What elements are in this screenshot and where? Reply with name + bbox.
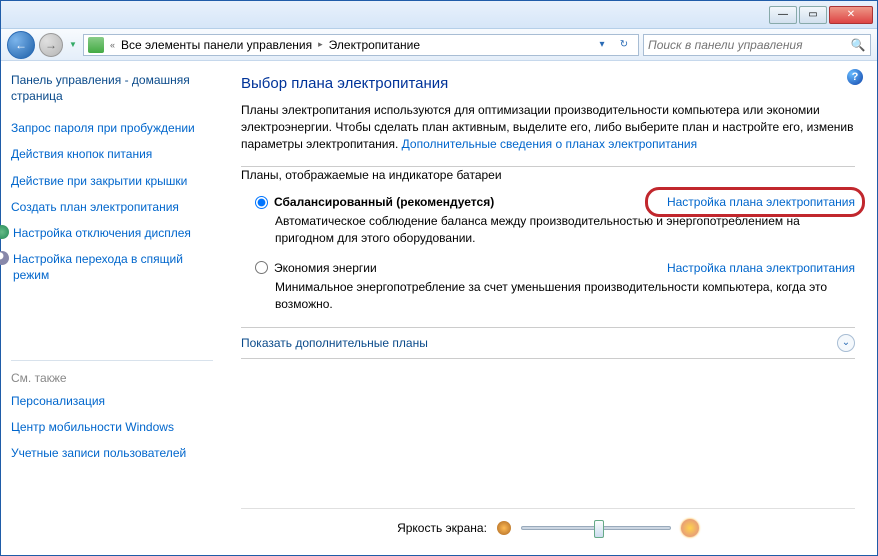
brightness-slider[interactable]: [521, 526, 671, 530]
sidebar-item-label: Настройка отключения дисплея: [13, 225, 191, 241]
brightness-control: Яркость экрана:: [241, 508, 855, 547]
navbar: ← → ▼ « Все элементы панели управления ▸…: [1, 29, 877, 61]
window-controls: — ▭ ✕: [769, 6, 873, 24]
sidebar-link-password[interactable]: Запрос пароля при пробуждении: [11, 120, 213, 136]
content: Панель управления - домашняя страница За…: [1, 61, 877, 555]
sidebar-link-personalization[interactable]: Персонализация: [11, 393, 213, 409]
fieldset-label: Планы, отображаемые на индикаторе батаре…: [241, 168, 510, 182]
sun-bright-icon: [681, 519, 699, 537]
plan-settings-link-saver[interactable]: Настройка плана электропитания: [667, 261, 855, 275]
plan-desc-saver: Минимальное энергопотребление за счет ум…: [275, 279, 855, 313]
sidebar-link-sleep[interactable]: Настройка перехода в спящий режим: [0, 251, 213, 283]
radio-balanced[interactable]: [255, 196, 268, 209]
maximize-button[interactable]: ▭: [799, 6, 827, 24]
history-dropdown-icon[interactable]: ▼: [67, 35, 79, 55]
shield-icon: [0, 225, 9, 239]
search-input[interactable]: [648, 38, 850, 52]
breadcrumb-prefix: «: [108, 40, 117, 50]
close-button[interactable]: ✕: [829, 6, 873, 24]
sidebar-link-create-plan[interactable]: Создать план электропитания: [11, 199, 213, 215]
sidebar: Панель управления - домашняя страница За…: [1, 61, 219, 555]
sidebar-item-label: Настройка перехода в спящий режим: [13, 251, 213, 283]
plan-balanced: Сбалансированный (рекомендуется) Настрой…: [255, 195, 855, 247]
window: — ▭ ✕ ← → ▼ « Все элементы панели управл…: [0, 0, 878, 556]
address-dropdown-icon[interactable]: ▾: [592, 36, 612, 54]
sidebar-link-lid[interactable]: Действие при закрытии крышки: [11, 173, 213, 189]
breadcrumb-power[interactable]: Электропитание: [329, 38, 420, 52]
minimize-button[interactable]: —: [769, 6, 797, 24]
sidebar-link-accounts[interactable]: Учетные записи пользователей: [11, 445, 213, 461]
control-panel-icon: [88, 37, 104, 53]
expander-label: Показать дополнительные планы: [241, 336, 428, 350]
plan-saver: Экономия энергии Настройка плана электро…: [255, 261, 855, 313]
sidebar-home[interactable]: Панель управления - домашняя страница: [11, 73, 213, 104]
sun-dim-icon: [497, 521, 511, 535]
help-icon[interactable]: ?: [847, 69, 863, 85]
see-also-heading: См. также: [11, 371, 213, 385]
page-title: Выбор плана электропитания: [241, 75, 855, 92]
more-info-link[interactable]: Дополнительные сведения о планах электро…: [402, 137, 697, 151]
back-button[interactable]: ←: [7, 31, 35, 59]
separator: [11, 360, 213, 361]
titlebar: — ▭ ✕: [1, 1, 877, 29]
plans-fieldset: Планы, отображаемые на индикаторе батаре…: [241, 166, 855, 312]
brightness-label: Яркость экрана:: [397, 521, 487, 535]
refresh-button[interactable]: ↻: [614, 36, 634, 54]
radio-saver[interactable]: [255, 261, 268, 274]
sidebar-link-mobility[interactable]: Центр мобильности Windows: [11, 419, 213, 435]
plan-name-balanced: Сбалансированный (рекомендуется): [274, 195, 494, 209]
breadcrumb-all-items[interactable]: Все элементы панели управления: [121, 38, 312, 52]
sidebar-link-display-off[interactable]: Настройка отключения дисплея: [0, 225, 213, 241]
plan-desc-balanced: Автоматическое соблюдение баланса между …: [275, 213, 855, 247]
main-panel: ? Выбор плана электропитания Планы элект…: [219, 61, 877, 555]
chevron-down-icon: ⌄: [837, 334, 855, 352]
search-icon[interactable]: 🔍: [850, 37, 866, 53]
page-description: Планы электропитания используются для оп…: [241, 102, 855, 152]
plan-name-saver: Экономия энергии: [274, 261, 377, 275]
moon-icon: [0, 251, 9, 265]
search-bar[interactable]: 🔍: [643, 34, 871, 56]
address-bar[interactable]: « Все элементы панели управления ▸ Элект…: [83, 34, 639, 56]
chevron-right-icon: ▸: [316, 39, 325, 50]
sidebar-link-buttons[interactable]: Действия кнопок питания: [11, 146, 213, 162]
slider-thumb[interactable]: [594, 520, 604, 538]
forward-button[interactable]: →: [39, 33, 63, 57]
plan-settings-link-balanced[interactable]: Настройка плана электропитания: [667, 195, 855, 209]
show-more-plans[interactable]: Показать дополнительные планы ⌄: [241, 327, 855, 359]
